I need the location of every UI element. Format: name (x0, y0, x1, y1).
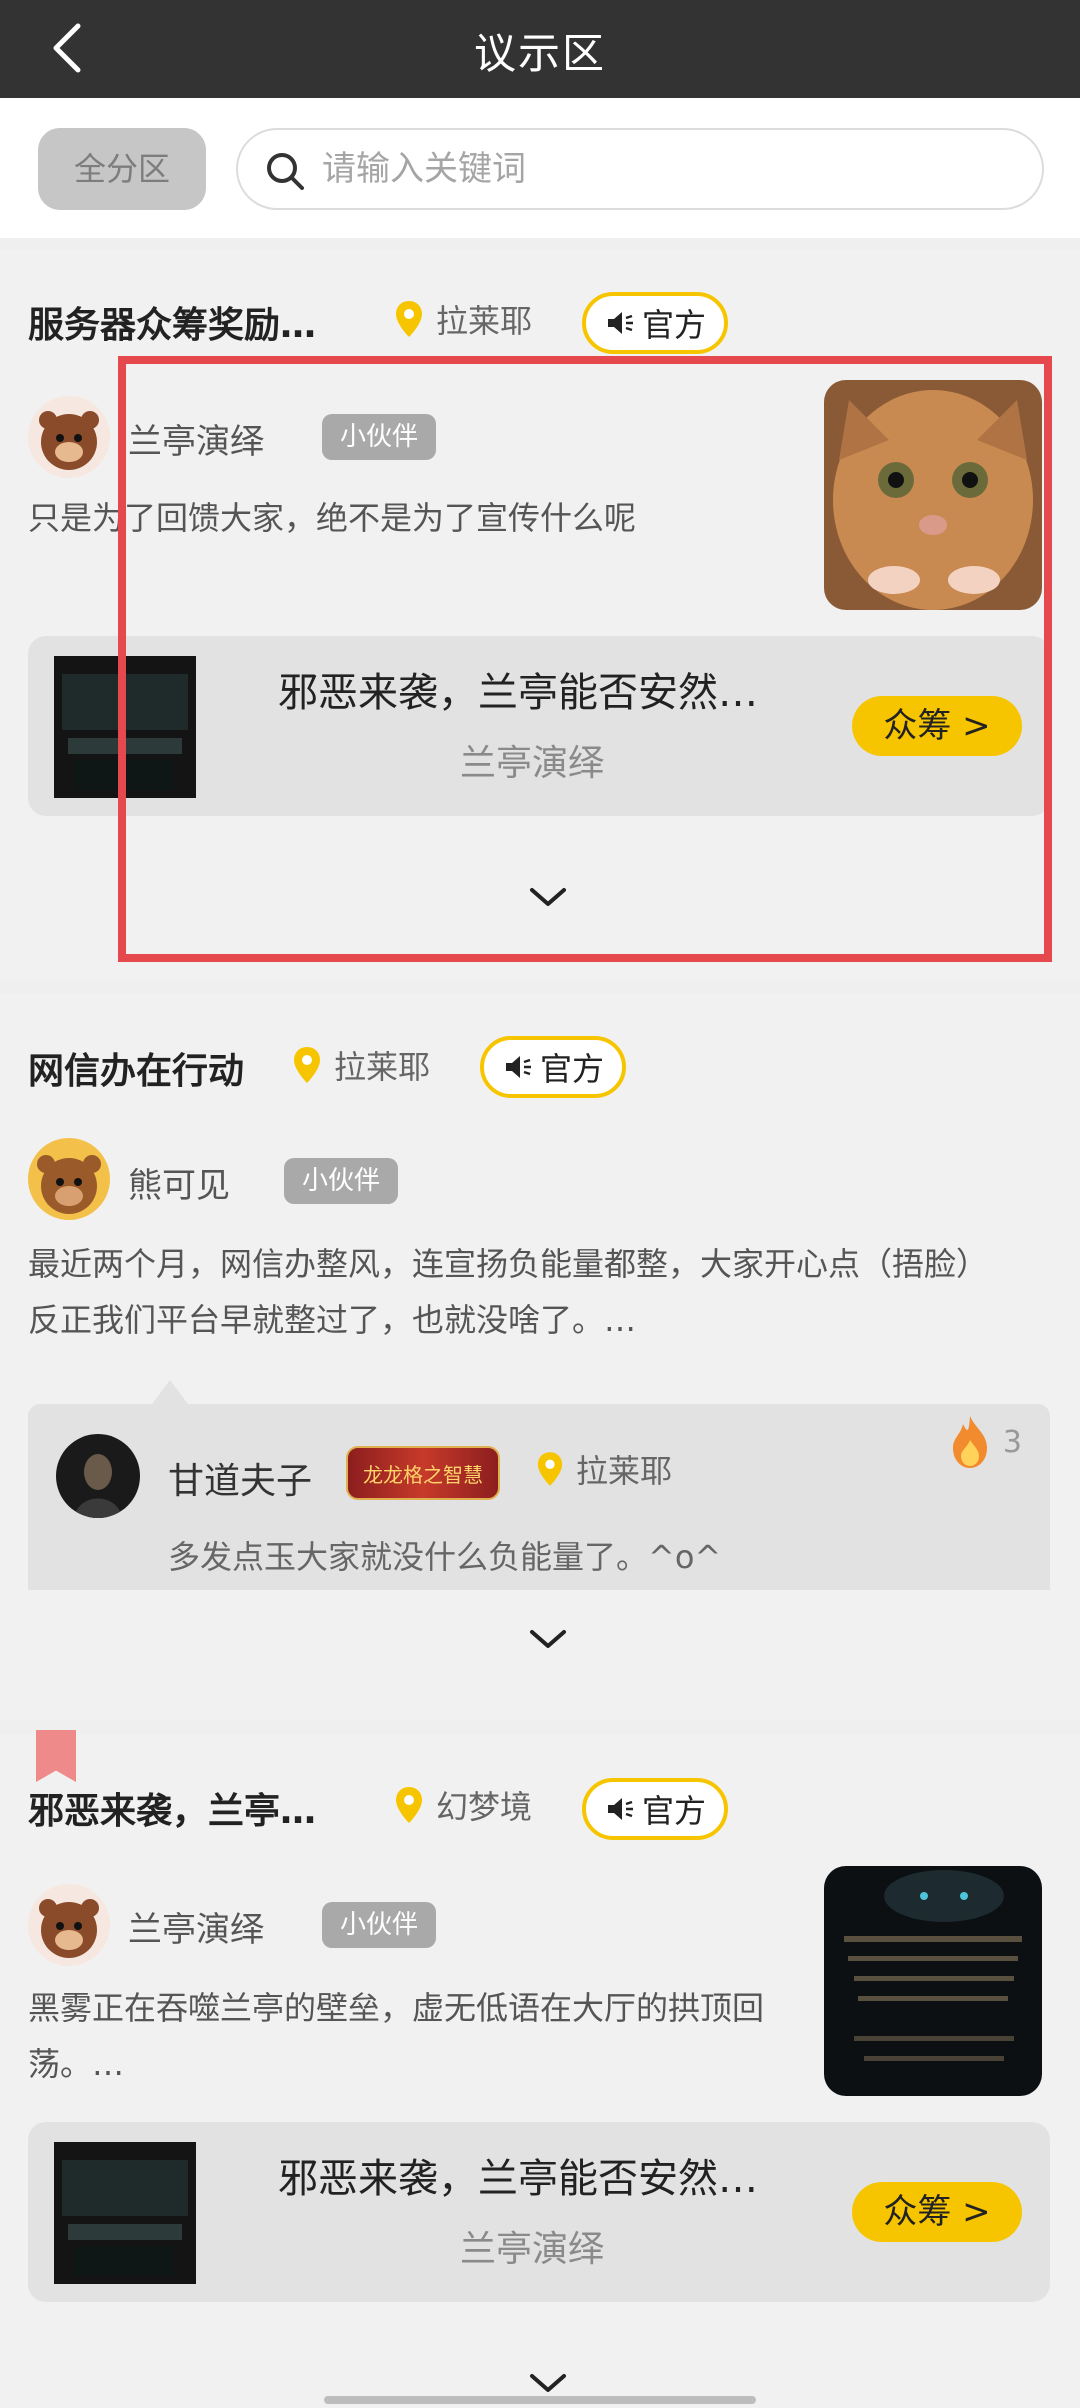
location-pin-icon (396, 301, 422, 337)
reply-author[interactable]: 甘道夫子 (168, 1452, 312, 1504)
speaker-icon (608, 1798, 633, 1820)
search-bar: 全分区 请输入关键词 (0, 98, 1080, 238)
post-excerpt[interactable]: 只是为了回馈大家，绝不是为了宣传什么呢 (28, 490, 636, 546)
official-label: 官方 (540, 1050, 605, 1088)
heat-count: 3 (1002, 1424, 1022, 1460)
post-location: 拉莱耶 (292, 1042, 430, 1088)
search-icon (267, 153, 304, 190)
post-thumbnail[interactable] (824, 1866, 1042, 2096)
horror-cover-icon (54, 656, 196, 798)
post-excerpt-line[interactable]: 反正我们平台早就整过了，也就没啥了。… (28, 1292, 636, 1348)
chevron-down-icon[interactable] (528, 2372, 568, 2396)
post-excerpt-line[interactable]: 黑雾正在吞噬兰亭的壁垒，虚无低语在大厅的拱顶回 (28, 1980, 764, 2036)
chevron-down-icon[interactable] (528, 1628, 568, 1652)
member-badge: 小伙伴 (284, 1158, 399, 1204)
avatar[interactable] (28, 1138, 110, 1220)
reply-text: 多发点玉大家就没什么负能量了。^o^ (168, 1538, 722, 1576)
location-pin-icon (294, 1047, 320, 1083)
speaker-icon (506, 1056, 531, 1078)
location-pin-icon (396, 1787, 422, 1823)
reply-avatar[interactable] (56, 1434, 140, 1518)
reply-pointer (152, 1380, 188, 1404)
reply-location: 拉莱耶 (536, 1446, 672, 1492)
member-badge: 小伙伴 (322, 414, 437, 460)
location-label: 幻梦境 (436, 1788, 533, 1826)
author-name[interactable]: 兰亭演绎 (128, 414, 264, 463)
post-excerpt-line[interactable]: 最近两个月，网信办整风，连宣扬负能量都整，大家开心点（捂脸） (28, 1236, 988, 1292)
title-badge: 龙龙格之智慧 (346, 1446, 500, 1500)
cat-image-icon (824, 380, 1042, 610)
crowdfund-cover (54, 656, 196, 798)
post-title[interactable]: 服务器众筹奖励… (28, 296, 316, 348)
avatar[interactable] (28, 1884, 110, 1966)
crowdfund-card[interactable]: 邪恶来袭，兰亭能否安然… 兰亭演绎 众筹 > (28, 636, 1050, 816)
crowdfund-card[interactable]: 邪恶来袭，兰亭能否安然… 兰亭演绎 众筹 > (28, 2122, 1050, 2302)
dark-poster-image-icon (824, 1866, 1042, 2096)
horror-cover-icon (54, 2142, 196, 2284)
member-badge: 小伙伴 (322, 1902, 437, 1948)
post-location: 拉莱耶 (394, 296, 532, 342)
official-label: 官方 (642, 1792, 707, 1830)
crowdfund-title: 邪恶来袭，兰亭能否安然… (278, 670, 758, 716)
post-location: 幻梦境 (394, 1782, 532, 1828)
top-bar: 议示区 (0, 0, 1080, 98)
wizard-avatar-icon (56, 1434, 140, 1518)
chevron-down-icon[interactable] (528, 886, 568, 910)
home-indicator (324, 2396, 756, 2404)
hot-reply[interactable]: 甘道夫子 龙龙格之智慧 拉莱耶 3 多发点玉大家就没什么负能量了。^o^ (28, 1404, 1050, 1590)
post-title[interactable]: 网信办在行动 (28, 1042, 244, 1094)
speaker-icon (608, 312, 633, 334)
location-label: 拉莱耶 (334, 1048, 431, 1086)
search-input[interactable]: 请输入关键词 (236, 128, 1044, 210)
location-label: 拉莱耶 (436, 302, 533, 340)
page-title: 议示区 (473, 29, 606, 78)
post-title[interactable]: 邪恶来袭，兰亭… (28, 1782, 316, 1834)
search-placeholder: 请输入关键词 (322, 149, 526, 189)
official-label: 官方 (642, 306, 707, 344)
official-tag: 官方 (582, 292, 729, 354)
post-excerpt-line[interactable]: 荡。… (28, 2036, 124, 2092)
crowdfund-author: 兰亭演绎 (460, 743, 605, 784)
author-name[interactable]: 熊可见 (128, 1158, 230, 1207)
location-label: 拉莱耶 (576, 1452, 673, 1490)
avatar[interactable] (28, 396, 110, 478)
official-tag: 官方 (582, 1778, 729, 1840)
post-card[interactable] (0, 250, 1080, 980)
crowdfund-button[interactable]: 众筹 > (852, 2182, 1022, 2242)
bear-avatar-icon (28, 396, 110, 478)
heat-counter: 3 (947, 1414, 1022, 1470)
location-pin-icon (537, 1452, 563, 1486)
bear-avatar-icon (28, 1884, 110, 1966)
official-tag: 官方 (480, 1036, 627, 1098)
author-name[interactable]: 兰亭演绎 (128, 1902, 264, 1951)
crowdfund-button[interactable]: 众筹 > (852, 696, 1022, 756)
crowdfund-cover (54, 2142, 196, 2284)
crowdfund-title: 邪恶来袭，兰亭能否安然… (278, 2156, 758, 2202)
post-thumbnail[interactable] (824, 380, 1042, 610)
post-card[interactable] (0, 994, 1080, 1720)
zone-filter-button[interactable]: 全分区 (38, 128, 206, 210)
fire-icon (952, 1416, 987, 1468)
bear-avatar-icon (28, 1138, 110, 1220)
crowdfund-author: 兰亭演绎 (460, 2229, 605, 2270)
